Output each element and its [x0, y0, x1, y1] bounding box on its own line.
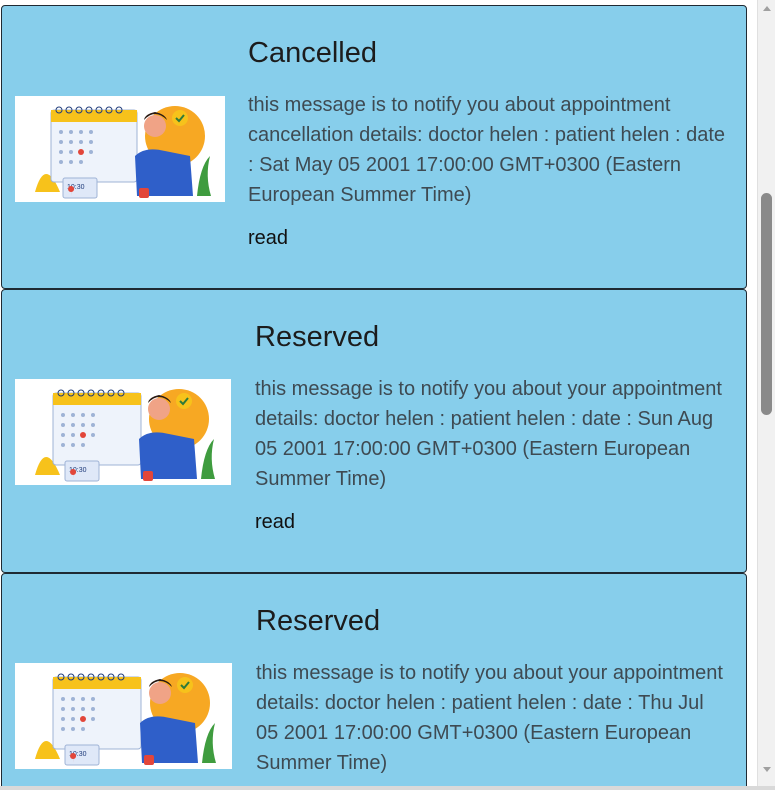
notification-card: 10:30 Cancelled this message is to notif…	[1, 5, 747, 289]
vertical-scrollbar[interactable]	[757, 0, 775, 790]
notifications-list: 10:30 Cancelled this message is to notif…	[0, 0, 757, 790]
notification-title: Reserved	[256, 605, 381, 637]
appointment-illustration: 10:30	[15, 663, 232, 769]
scrollbar-thumb[interactable]	[761, 193, 772, 415]
notification-title: Reserved	[255, 321, 380, 353]
scroll-up-arrow-icon[interactable]	[758, 0, 775, 18]
notification-title: Cancelled	[248, 37, 377, 69]
appointment-illustration: 10:30	[15, 96, 225, 202]
window-bottom-edge	[0, 786, 775, 790]
appointment-illustration: 10:30	[15, 379, 231, 485]
notification-message: this message is to notify you about appo…	[248, 94, 725, 206]
read-link[interactable]: read	[255, 511, 295, 534]
notification-message: this message is to notify you about your…	[255, 378, 722, 490]
notification-message: this message is to notify you about your…	[256, 662, 723, 774]
scroll-down-arrow-icon[interactable]	[758, 760, 775, 778]
notification-card: 10:30 Reserved this message is to notify…	[1, 573, 747, 790]
notification-card: 10:30 Reserved this message is to notify…	[1, 289, 747, 573]
read-link[interactable]: read	[248, 227, 288, 250]
